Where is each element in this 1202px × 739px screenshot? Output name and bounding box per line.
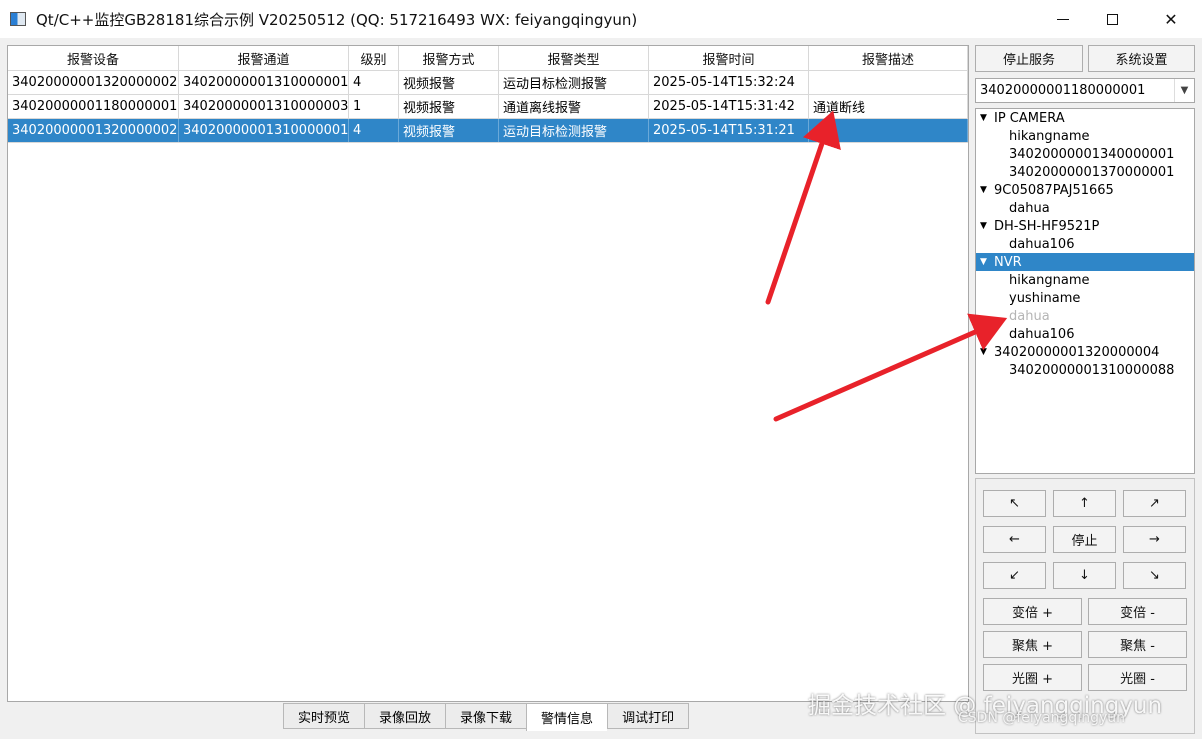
cell-level: 4 — [349, 119, 399, 142]
expand-icon[interactable]: ▼ — [980, 347, 994, 357]
column-header[interactable]: 报警设备 — [8, 46, 179, 70]
expand-icon[interactable]: ▼ — [980, 221, 994, 231]
main-tabs: 实时预览 录像回放 录像下载 警情信息 调试打印 — [283, 703, 690, 731]
tab-live-preview[interactable]: 实时预览 — [283, 703, 365, 729]
table-header: 报警设备 报警通道 级别 报警方式 报警类型 报警时间 报警描述 — [8, 46, 968, 71]
cell-description — [809, 71, 968, 94]
zoom-in-button[interactable]: 变倍 + — [983, 598, 1082, 625]
cell-device: 34020000001180000001 — [8, 95, 179, 118]
column-header[interactable]: 报警描述 — [809, 46, 968, 70]
column-header[interactable]: 级别 — [349, 46, 399, 70]
ptz-up-button[interactable]: ↑ — [1053, 490, 1116, 517]
tree-group-label: 9C05087PAJ51665 — [994, 182, 1114, 198]
tree-group-label: IP CAMERA — [994, 110, 1065, 126]
cell-type: 运动目标检测报警 — [499, 119, 649, 142]
stop-service-button[interactable]: 停止服务 — [975, 45, 1083, 72]
cell-channel: 34020000001310000001 — [179, 119, 349, 142]
tree-item[interactable]: dahua106 — [976, 235, 1194, 253]
cell-time: 2025-05-14T15:31:21 — [649, 119, 809, 142]
tree-item-offline[interactable]: dahua — [976, 307, 1194, 325]
tree-group[interactable]: ▼ DH-SH-HF9521P — [976, 217, 1194, 235]
tree-group[interactable]: ▼ IP CAMERA — [976, 109, 1194, 127]
table-row-selected[interactable]: 34020000001320000002 3402000000131000000… — [8, 119, 968, 143]
table-row[interactable]: 34020000001180000001 3402000000131000000… — [8, 95, 968, 119]
column-header[interactable]: 报警类型 — [499, 46, 649, 70]
cell-method: 视频报警 — [399, 95, 499, 118]
watermark-sub: CSDN @feiyangqingyun — [958, 710, 1125, 726]
tree-item[interactable]: hikangname — [976, 271, 1194, 289]
maximize-icon — [1106, 13, 1118, 25]
cell-channel: 34020000001310000001 — [179, 71, 349, 94]
cell-method: 视频报警 — [399, 119, 499, 142]
expand-icon[interactable]: ▼ — [980, 257, 994, 267]
cell-description: 通道断线 — [809, 95, 968, 118]
tree-item[interactable]: hikangname — [976, 127, 1194, 145]
ptz-down-right-button[interactable]: ↘ — [1123, 562, 1186, 589]
ptz-left-button[interactable]: ← — [983, 526, 1046, 553]
column-header[interactable]: 报警方式 — [399, 46, 499, 70]
tree-group-selected[interactable]: ▼ NVR — [976, 253, 1194, 271]
tab-download[interactable]: 录像下载 — [445, 703, 527, 729]
tab-debug-print[interactable]: 调试打印 — [607, 703, 690, 729]
ptz-up-right-button[interactable]: ↗ — [1123, 490, 1186, 517]
cell-device: 34020000001320000002 — [8, 71, 179, 94]
tree-item[interactable]: yushiname — [976, 289, 1194, 307]
ptz-up-left-button[interactable]: ↖ — [983, 490, 1046, 517]
focus-far-button[interactable]: 聚焦 - — [1088, 631, 1187, 658]
tab-playback[interactable]: 录像回放 — [364, 703, 446, 729]
tree-item[interactable]: dahua106 — [976, 325, 1194, 343]
zoom-out-button[interactable]: 变倍 - — [1088, 598, 1187, 625]
cell-channel: 34020000001310000003 — [179, 95, 349, 118]
tab-alarm-info[interactable]: 警情信息 — [526, 703, 608, 731]
cell-type: 通道离线报警 — [499, 95, 649, 118]
cell-time: 2025-05-14T15:31:42 — [649, 95, 809, 118]
tree-item[interactable]: dahua — [976, 199, 1194, 217]
ptz-right-button[interactable]: → — [1123, 526, 1186, 553]
window-title: Qt/C++监控GB28181综合示例 V20250512 (QQ: 51721… — [36, 10, 638, 29]
device-select-value: 34020000001180000001 — [980, 83, 1146, 98]
tree-item[interactable]: 34020000001370000001 — [976, 163, 1194, 181]
tree-group-label: NVR — [994, 254, 1022, 270]
tree-group[interactable]: ▼ 9C05087PAJ51665 — [976, 181, 1194, 199]
app-icon — [10, 12, 26, 26]
tree-group[interactable]: ▼ 34020000001320000004 — [976, 343, 1194, 361]
cell-method: 视频报警 — [399, 71, 499, 94]
system-settings-button[interactable]: 系统设置 — [1088, 45, 1195, 72]
tree-group-label: 34020000001320000004 — [994, 344, 1160, 360]
tree-item[interactable]: 34020000001310000088 — [976, 361, 1194, 379]
ptz-stop-button[interactable]: 停止 — [1053, 526, 1116, 553]
close-icon: ✕ — [1164, 9, 1178, 29]
tree-item[interactable]: 34020000001340000001 — [976, 145, 1194, 163]
cell-time: 2025-05-14T15:32:24 — [649, 71, 809, 94]
column-header[interactable]: 报警通道 — [179, 46, 349, 70]
minimize-button[interactable] — [1040, 0, 1086, 38]
tree-group-label: DH-SH-HF9521P — [994, 218, 1100, 234]
device-select[interactable]: 34020000001180000001 ▼ — [975, 78, 1195, 103]
ptz-down-button[interactable]: ↓ — [1053, 562, 1116, 589]
expand-icon[interactable]: ▼ — [980, 113, 994, 123]
ptz-down-left-button[interactable]: ↙ — [983, 562, 1046, 589]
column-header[interactable]: 报警时间 — [649, 46, 809, 70]
cell-level: 1 — [349, 95, 399, 118]
title-bar: Qt/C++监控GB28181综合示例 V20250512 (QQ: 51721… — [0, 0, 1202, 38]
cell-type: 运动目标检测报警 — [499, 71, 649, 94]
table-row[interactable]: 34020000001320000002 3402000000131000000… — [8, 71, 968, 95]
minimize-icon — [1057, 18, 1069, 20]
chevron-down-icon[interactable]: ▼ — [1174, 79, 1194, 102]
cell-device: 34020000001320000002 — [8, 119, 179, 142]
alarm-table[interactable]: 报警设备 报警通道 级别 报警方式 报警类型 报警时间 报警描述 3402000… — [7, 45, 969, 702]
cell-description — [809, 119, 968, 142]
close-button[interactable]: ✕ — [1148, 0, 1194, 38]
device-tree[interactable]: ▼ IP CAMERA hikangname 340200000013400000… — [975, 108, 1195, 474]
expand-icon[interactable]: ▼ — [980, 185, 994, 195]
cell-level: 4 — [349, 71, 399, 94]
focus-near-button[interactable]: 聚焦 + — [983, 631, 1082, 658]
maximize-button[interactable] — [1089, 0, 1135, 38]
